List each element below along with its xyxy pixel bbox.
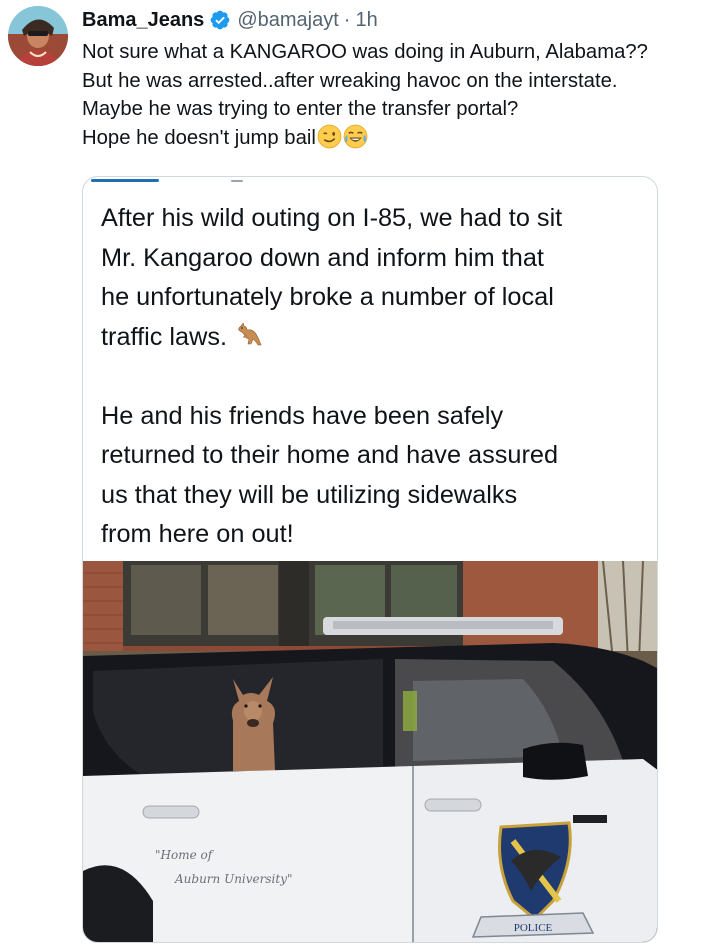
quote-line: he unfortunately broke a number of local <box>101 283 554 311</box>
avatar[interactable] <box>8 6 68 66</box>
quoted-post-card[interactable]: After his wild outing on I-85, we had to… <box>82 176 658 943</box>
card-accent-bar <box>91 179 159 182</box>
kangaroo-in-police-car-photo[interactable]: POLICE "Home of Auburn University" <box>83 561 657 942</box>
quoted-post-text: After his wild outing on I-85, we had to… <box>101 199 646 555</box>
tweet-header: Bama_Jeans @bamajayt · 1h <box>82 6 378 34</box>
quote-line: traffic laws. <box>101 322 228 351</box>
quote-line: Mr. Kangaroo down and inform him that <box>101 243 544 272</box>
quote-line: us that they will be utilizing sidewalks <box>101 480 518 509</box>
tweet-text-line-with-emoji: Hope he doesn't jump bail <box>82 124 712 153</box>
quote-line: from here on out! <box>101 520 294 548</box>
author-handle[interactable]: @bamajayt <box>237 6 338 34</box>
tweet-text: Not sure what a KANGAROO was doing in Au… <box>82 38 712 152</box>
quote-line-with-emoji: traffic laws. <box>101 318 646 358</box>
tweet[interactable]: Bama_Jeans @bamajayt · 1h Not sure what … <box>0 0 723 950</box>
quote-line: After his wild outing on I-85, we had to… <box>101 204 563 232</box>
tweet-text-line: Not sure what a KANGAROO was doing in Au… <box>82 41 648 63</box>
kangaroo-emoji-icon <box>235 320 263 348</box>
face-with-tears-of-joy-emoji-icon <box>343 124 368 149</box>
verified-badge-icon <box>209 9 231 31</box>
tweet-text-line: Maybe he was trying to enter the transfe… <box>82 98 519 120</box>
display-name[interactable]: Bama_Jeans <box>82 6 204 34</box>
badge-text: POLICE <box>514 922 553 934</box>
avatar-photo <box>8 6 68 66</box>
card-divider-mark <box>231 180 243 182</box>
separator-dot: · <box>343 9 351 31</box>
tweet-text-line: But he was arrested..after wreaking havo… <box>82 69 618 92</box>
door-script-line-1: "Home of <box>155 848 215 862</box>
door-script-line-2: Auburn University" <box>174 872 293 886</box>
tweet-text-line: Hope he doesn't jump bail <box>82 126 316 149</box>
quote-line: He and his friends have been safely <box>101 401 504 430</box>
quote-line: returned to their home and have assured <box>101 441 559 469</box>
timestamp[interactable]: 1h <box>355 6 377 34</box>
winking-face-emoji-icon <box>317 124 342 149</box>
